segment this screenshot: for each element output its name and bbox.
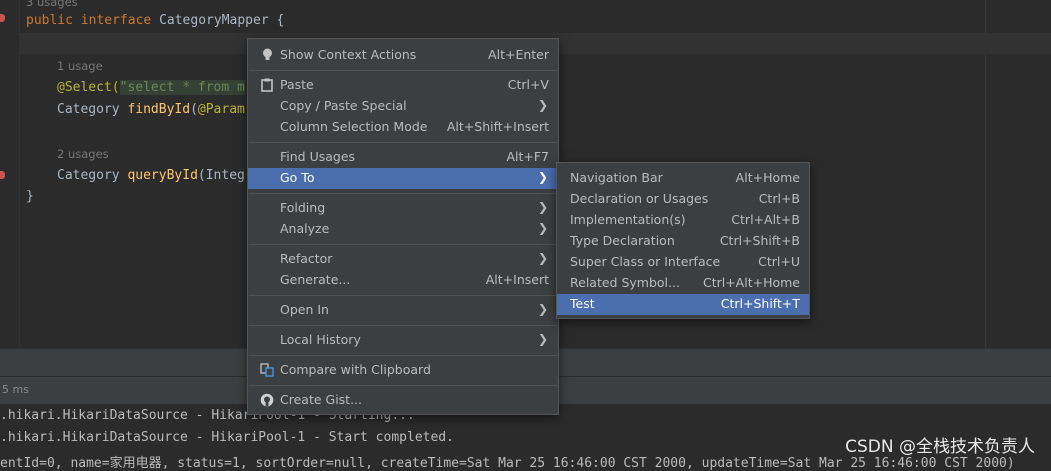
menu-item-copy-paste-special[interactable]: Copy / Paste Special ❯ xyxy=(248,96,558,117)
gutter-marker xyxy=(0,171,5,179)
keyword-interface: interface xyxy=(80,13,152,28)
console-line: .hikari.HikariDataSource - HikariPool-1 … xyxy=(0,430,454,445)
menu-separator xyxy=(249,295,557,296)
chevron-right-icon: ❯ xyxy=(537,221,548,235)
context-menu: Show Context Actions Alt+Enter Paste Ctr… xyxy=(247,38,559,415)
usage-hint[interactable]: 1 usage xyxy=(57,59,103,73)
keyword-public: public xyxy=(26,13,73,28)
gutter-marker xyxy=(0,14,5,22)
code-line-closing: } xyxy=(26,189,34,204)
code-line-querybyid: Category queryById(Integ xyxy=(57,168,245,183)
usage-hint[interactable]: 2 usages xyxy=(57,147,109,161)
chevron-right-icon: ❯ xyxy=(537,302,548,316)
menu-item-find-usages[interactable]: Find Usages Alt+F7 xyxy=(248,147,558,168)
menu-item-go-to[interactable]: Go To ❯ xyxy=(248,168,558,189)
menu-separator xyxy=(249,325,557,326)
menu-item-paste[interactable]: Paste Ctrl+V xyxy=(248,75,558,96)
code-line-findbyid: Category findById(@Param xyxy=(57,102,245,117)
menu-item-show-context-actions[interactable]: Show Context Actions Alt+Enter xyxy=(248,45,558,66)
menu-item-generate[interactable]: Generate... Alt+Insert xyxy=(248,270,558,291)
menu-separator xyxy=(249,355,557,356)
menu-item-create-gist[interactable]: Create Gist... xyxy=(248,390,558,411)
menu-item-folding[interactable]: Folding ❯ xyxy=(248,198,558,219)
chevron-right-icon: ❯ xyxy=(537,98,548,112)
menu-item-open-in[interactable]: Open In ❯ xyxy=(248,300,558,321)
chevron-right-icon: ❯ xyxy=(537,200,548,214)
submenu-item-super-class-or-interface[interactable]: Super Class or Interface Ctrl+U xyxy=(557,252,809,273)
submenu-item-test[interactable]: Test Ctrl+Shift+T xyxy=(557,294,809,315)
submenu-item-type-declaration[interactable]: Type Declaration Ctrl+Shift+B xyxy=(557,231,809,252)
menu-separator xyxy=(249,385,557,386)
compare-icon xyxy=(260,363,274,377)
run-time: 5 ms xyxy=(2,383,29,396)
goto-submenu: Navigation Bar Alt+Home Declaration or U… xyxy=(556,162,810,319)
interface-name: CategoryMapper { xyxy=(151,13,285,28)
submenu-item-implementations[interactable]: Implementation(s) Ctrl+Alt+B xyxy=(557,210,809,231)
chevron-right-icon: ❯ xyxy=(537,170,548,184)
menu-item-compare-with-clipboard[interactable]: Compare with Clipboard xyxy=(248,360,558,381)
chevron-right-icon: ❯ xyxy=(537,332,548,346)
menu-item-column-selection-mode[interactable]: Column Selection Mode Alt+Shift+Insert xyxy=(248,117,558,138)
github-icon xyxy=(260,393,274,407)
code-line-select: @Select("select * from m xyxy=(57,80,245,95)
menu-separator xyxy=(249,70,557,71)
menu-separator xyxy=(249,193,557,194)
menu-item-refactor[interactable]: Refactor ❯ xyxy=(248,249,558,270)
submenu-item-declaration-or-usages[interactable]: Declaration or Usages Ctrl+B xyxy=(557,189,809,210)
submenu-item-navigation-bar[interactable]: Navigation Bar Alt+Home xyxy=(557,168,809,189)
menu-separator xyxy=(249,244,557,245)
bulb-icon xyxy=(260,48,274,62)
submenu-item-related-symbol[interactable]: Related Symbol... Ctrl+Alt+Home xyxy=(557,273,809,294)
chevron-right-icon: ❯ xyxy=(537,251,548,265)
usage-hint[interactable]: 3 usages xyxy=(26,0,78,9)
watermark: CSDN @全栈技术负责人 xyxy=(845,437,1035,457)
code-line-interface: public interface CategoryMapper { xyxy=(26,12,284,30)
clipboard-icon xyxy=(260,78,274,92)
menu-item-local-history[interactable]: Local History ❯ xyxy=(248,330,558,351)
menu-separator xyxy=(249,142,557,143)
menu-item-analyze[interactable]: Analyze ❯ xyxy=(248,219,558,240)
